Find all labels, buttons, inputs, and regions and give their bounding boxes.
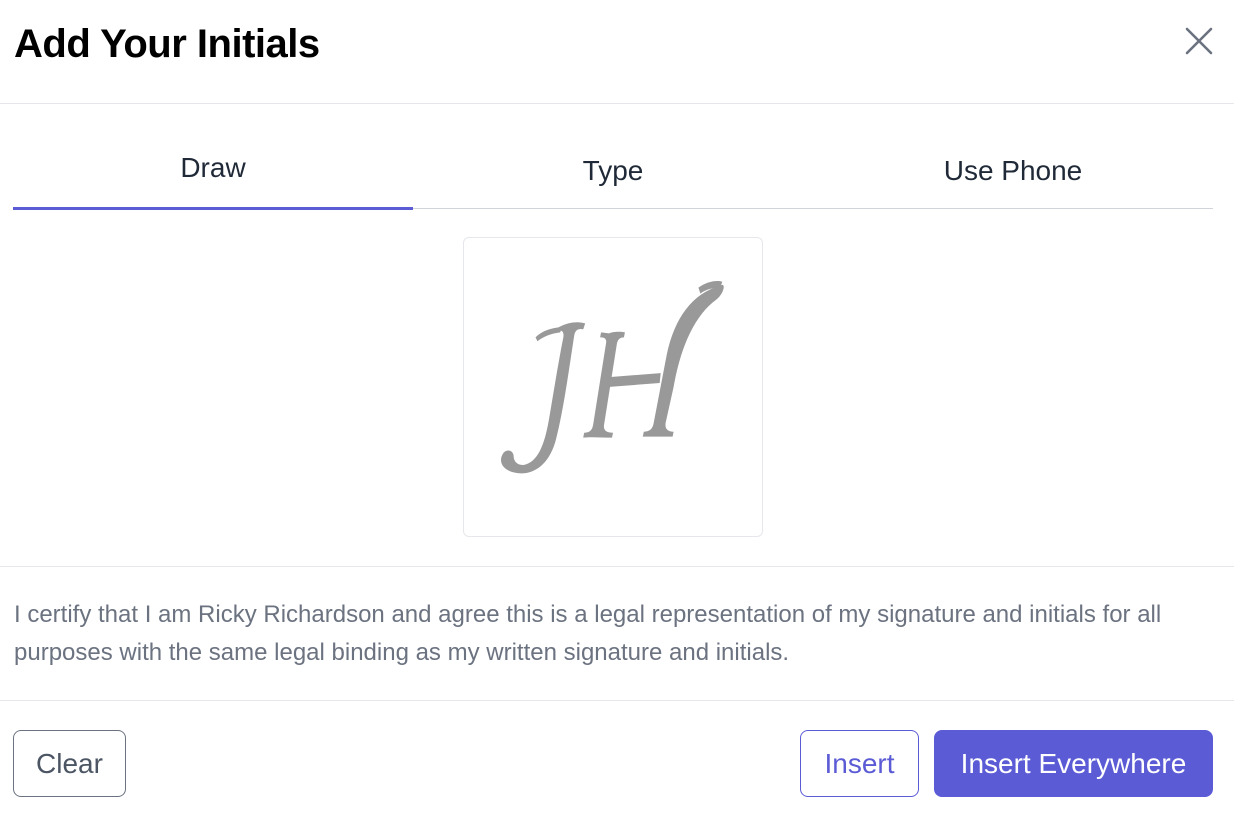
tab-draw[interactable]: Draw	[13, 134, 413, 210]
drawing-canvas[interactable]	[463, 237, 763, 537]
tab-draw-label: Draw	[180, 151, 246, 183]
dialog-header: Add Your Initials	[0, 0, 1234, 104]
certification-text: I certify that I am Ricky Richardson and…	[14, 601, 1162, 666]
clear-button[interactable]: Clear	[13, 730, 126, 797]
drawn-initials	[500, 280, 724, 474]
tab-type[interactable]: Type	[413, 134, 813, 209]
tab-use-phone-label: Use Phone	[943, 154, 1083, 186]
initials-dialog: Add Your Initials Draw Type Use Phone I …	[0, 0, 1234, 816]
insert-button[interactable]: Insert	[800, 730, 919, 797]
tab-type-label: Type	[582, 154, 644, 186]
dialog-title: Add Your Initials	[14, 22, 320, 66]
tab-use-phone[interactable]: Use Phone	[813, 134, 1213, 209]
insert-everywhere-button[interactable]: Insert Everywhere	[934, 730, 1213, 797]
signature-method-tabs: Draw Type Use Phone	[13, 134, 1213, 210]
close-icon[interactable]	[1184, 26, 1214, 56]
divider	[0, 700, 1234, 701]
divider	[0, 566, 1234, 567]
